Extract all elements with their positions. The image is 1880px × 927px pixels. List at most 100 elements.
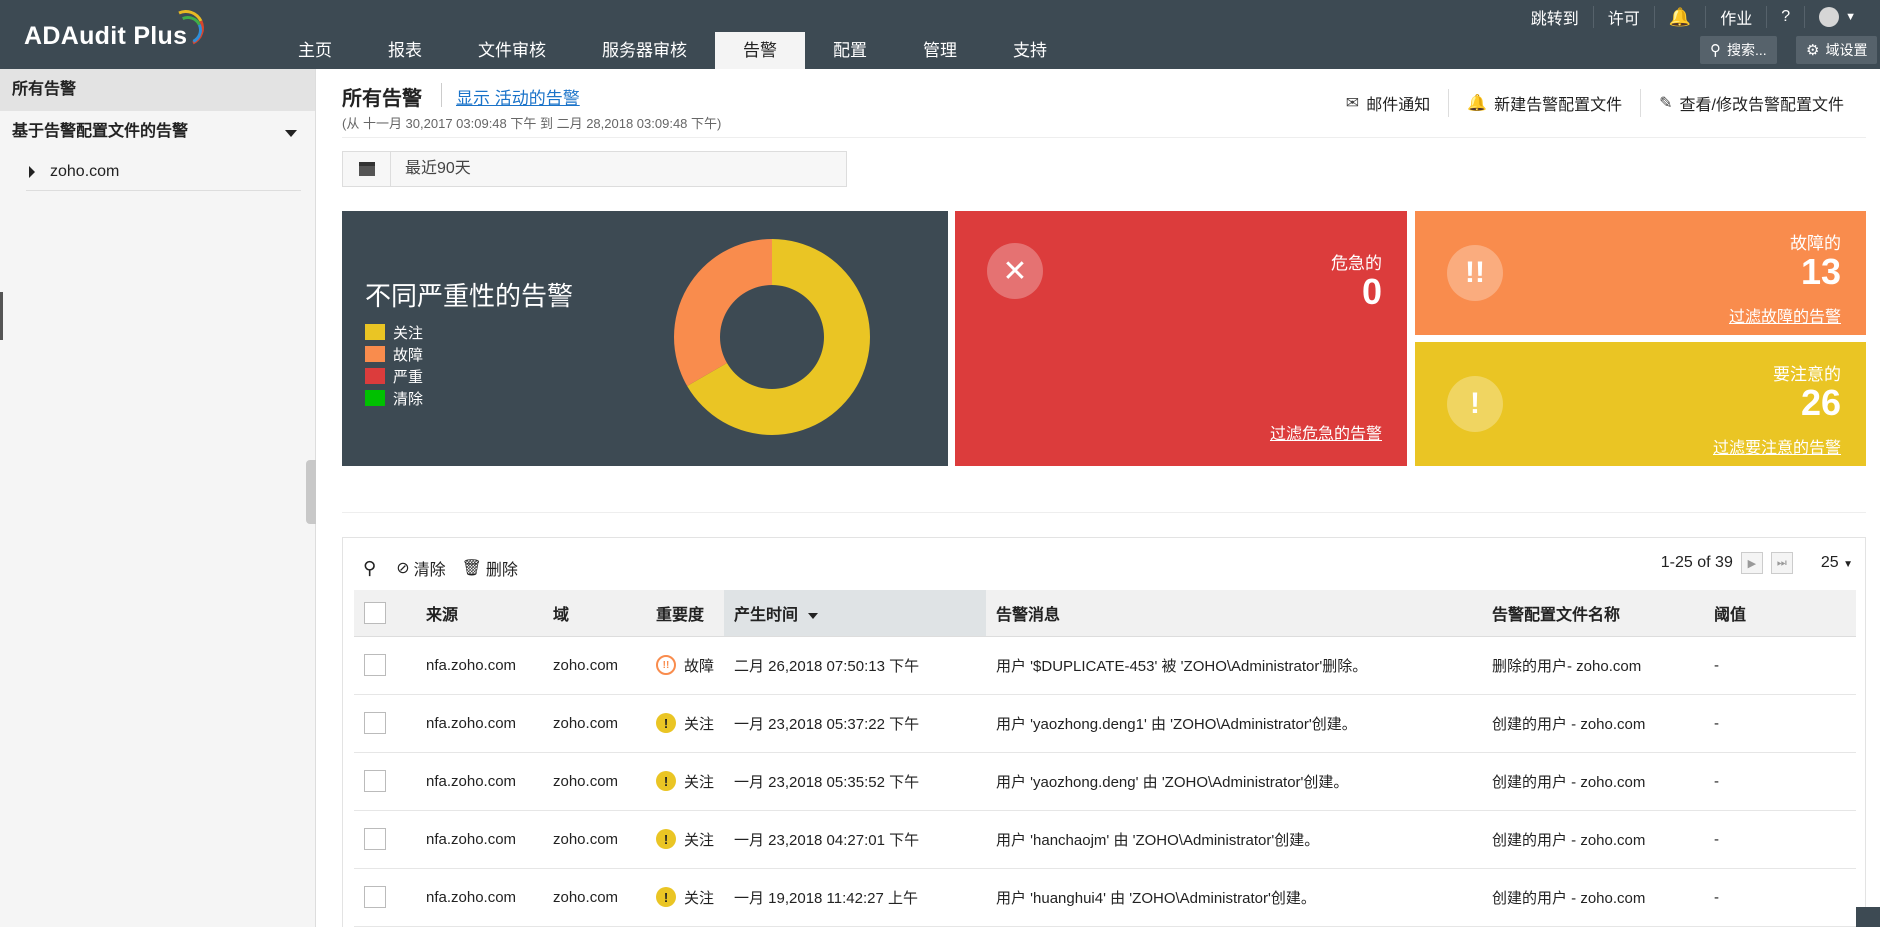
row-checkbox[interactable] xyxy=(364,770,386,792)
sidebar-item-domain[interactable]: zoho.com xyxy=(26,153,301,191)
sidebar-item-all-alerts[interactable]: 所有告警 xyxy=(0,69,315,111)
calendar-icon xyxy=(358,162,375,176)
bell-icon: 🔔 xyxy=(1668,6,1692,27)
clear-button[interactable]: ⊘ 清除 xyxy=(396,556,445,580)
row-select-cell xyxy=(354,636,416,695)
left-edge-handle[interactable] xyxy=(0,292,3,340)
row-checkbox[interactable] xyxy=(364,828,386,850)
next-page-button[interactable]: ▶ xyxy=(1740,552,1763,574)
column-header-message[interactable]: 告警消息 xyxy=(986,590,1482,637)
sidebar: 所有告警 基于告警配置文件的告警 zoho.com xyxy=(0,69,316,927)
per-page-value: 25 xyxy=(1820,554,1839,571)
license-link[interactable]: 许可 xyxy=(1592,6,1654,28)
cell-time: 二月 26,2018 07:50:13 下午 xyxy=(724,636,986,695)
legend-label: 关注 xyxy=(393,324,424,342)
cell-message: 用户 'huanghui4' 由 'ZOHO\Administrator'创建。 xyxy=(986,868,1482,927)
select-all-checkbox[interactable] xyxy=(364,601,386,624)
cell-domain: zoho.com xyxy=(543,868,646,927)
row-checkbox[interactable] xyxy=(364,886,386,908)
divider xyxy=(342,137,1866,138)
column-header-domain[interactable]: 域 xyxy=(543,590,646,637)
column-header-time[interactable]: 产生时间 xyxy=(724,590,986,637)
filter-critical-link[interactable]: 过滤危急的告警 xyxy=(1270,420,1382,444)
cell-profile: 创建的用户 - zoho.com xyxy=(1482,868,1704,927)
jump-to-link[interactable]: 跳转到 xyxy=(1517,6,1593,28)
cell-severity: ! 关注 xyxy=(646,752,724,811)
email-notification-button[interactable]: ✉ 邮件通知 xyxy=(1328,89,1448,117)
cell-threshold: - xyxy=(1704,810,1856,869)
edit-alert-profile-button[interactable]: ✎ 查看/修改告警配置文件 xyxy=(1640,89,1862,117)
new-alert-profile-button[interactable]: 🔔 新建告警配置文件 xyxy=(1448,89,1640,117)
column-header-source[interactable]: 来源 xyxy=(416,590,543,637)
tab-alerts[interactable]: 告警 xyxy=(715,32,805,69)
severity-summary-card: 不同严重性的告警 关注 故障 严重 清除 xyxy=(342,211,948,466)
severity-donut-chart xyxy=(674,239,870,435)
show-active-alerts-link[interactable]: 显示 活动的告警 xyxy=(456,84,580,109)
column-header-profile[interactable]: 告警配置文件名称 xyxy=(1482,590,1704,637)
row-select-cell xyxy=(354,868,416,927)
tab-reports[interactable]: 报表 xyxy=(360,32,450,69)
pagination-info: 1-25 of 39 xyxy=(1660,554,1733,571)
cell-source: nfa.zoho.com xyxy=(416,752,543,811)
cell-domain: zoho.com xyxy=(543,752,646,811)
table-row[interactable]: nfa.zoho.com zoho.com!! 故障 二月 26,2018 07:50… xyxy=(354,636,1856,695)
filter-trouble-link[interactable]: 过滤故障的告警 xyxy=(1729,303,1841,327)
tab-home[interactable]: 主页 xyxy=(270,32,360,69)
notification-button[interactable]: 🔔 xyxy=(1653,6,1705,28)
clear-label: 清除 xyxy=(413,562,446,579)
search-button[interactable]: ⚲ 搜索... xyxy=(1700,36,1777,64)
sidebar-collapse-handle[interactable] xyxy=(306,460,316,524)
delete-button[interactable]: 🗑 删除 xyxy=(462,556,518,580)
user-menu-button[interactable]: ▼ xyxy=(1804,6,1870,28)
tab-support[interactable]: 支持 xyxy=(985,32,1075,69)
column-header-severity[interactable]: 重要度 xyxy=(646,590,724,637)
legend-label: 严重 xyxy=(393,368,424,386)
table-row[interactable]: nfa.zoho.com zoho.com! 关注 一月 23,2018 04:27:… xyxy=(354,810,1856,869)
new-alert-profile-label: 新建告警配置文件 xyxy=(1494,97,1623,114)
help-button[interactable]: ? xyxy=(1766,6,1804,28)
calendar-button[interactable] xyxy=(343,152,391,186)
donut-segment-trouble xyxy=(674,239,772,386)
attention-alerts-card: ! 要注意的 26 过滤要注意的告警 xyxy=(1415,342,1866,466)
severity-legend: 关注 故障 严重 清除 xyxy=(365,321,423,409)
jobs-link[interactable]: 作业 xyxy=(1705,6,1766,28)
table-search-button[interactable]: ⚲ xyxy=(363,558,380,579)
cell-time: 一月 23,2018 05:35:52 下午 xyxy=(724,752,986,811)
cell-message: 用户 'hanchaojm' 由 'ZOHO\Administrator'创建。 xyxy=(986,810,1482,869)
last-page-button[interactable]: ⏭ xyxy=(1770,552,1793,574)
user-avatar-icon xyxy=(1819,7,1840,27)
legend-item-attention: 关注 xyxy=(365,321,423,343)
column-header-threshold[interactable]: 阈值 xyxy=(1704,590,1856,637)
table-row[interactable]: nfa.zoho.com zoho.com! 关注 一月 23,2018 05:35:… xyxy=(354,752,1856,811)
cell-message: 用户 '$DUPLICATE-453' 被 'ZOHO\Administrato… xyxy=(986,636,1482,695)
filter-attention-link[interactable]: 过滤要注意的告警 xyxy=(1713,434,1841,458)
row-checkbox[interactable] xyxy=(364,712,386,734)
main-content: 所有告警 显示 活动的告警 (从 十一月 30,2017 03:09:48 下午… xyxy=(316,69,1880,927)
domain-settings-button[interactable]: ⚙ 域设置 xyxy=(1796,36,1878,64)
cell-time: 一月 23,2018 04:27:01 下午 xyxy=(724,810,986,869)
exclamation-icon: ! xyxy=(1447,376,1503,432)
cell-profile: 创建的用户 - zoho.com xyxy=(1482,752,1704,811)
app-logo[interactable]: ADAudit Plus xyxy=(24,22,187,51)
double-chevron-right-icon: ⏭ xyxy=(1776,556,1787,569)
cell-time: 一月 19,2018 11:42:27 上午 xyxy=(724,868,986,927)
corner-widget[interactable] xyxy=(1856,907,1880,927)
tab-server-audit[interactable]: 服务器审核 xyxy=(574,32,715,69)
cell-profile: 创建的用户 - zoho.com xyxy=(1482,694,1704,753)
email-notification-label: 邮件通知 xyxy=(1366,97,1431,114)
table-row[interactable]: nfa.zoho.com zoho.com! 关注 一月 23,2018 05:37:… xyxy=(354,694,1856,753)
sidebar-group-profile-alerts[interactable]: 基于告警配置文件的告警 xyxy=(0,111,315,153)
table-row[interactable]: nfa.zoho.com zoho.com! 关注 一月 19,2018 11:42:… xyxy=(354,868,1856,927)
tab-configuration[interactable]: 配置 xyxy=(805,32,895,69)
date-filter-dropdown[interactable]: 最近90天 xyxy=(342,151,847,187)
trouble-count: 13 xyxy=(1800,251,1841,292)
date-filter-value: 最近90天 xyxy=(405,160,471,177)
cell-profile: 删除的用户- zoho.com xyxy=(1482,636,1704,695)
chevron-down-icon: ▼ xyxy=(1843,559,1853,570)
per-page-select[interactable]: 25 ▼ xyxy=(1821,554,1853,572)
tab-admin[interactable]: 管理 xyxy=(895,32,985,69)
legend-swatch xyxy=(365,346,385,362)
severity-label: 关注 xyxy=(684,773,715,791)
row-checkbox[interactable] xyxy=(364,654,386,676)
tab-file-audit[interactable]: 文件审核 xyxy=(450,32,574,69)
